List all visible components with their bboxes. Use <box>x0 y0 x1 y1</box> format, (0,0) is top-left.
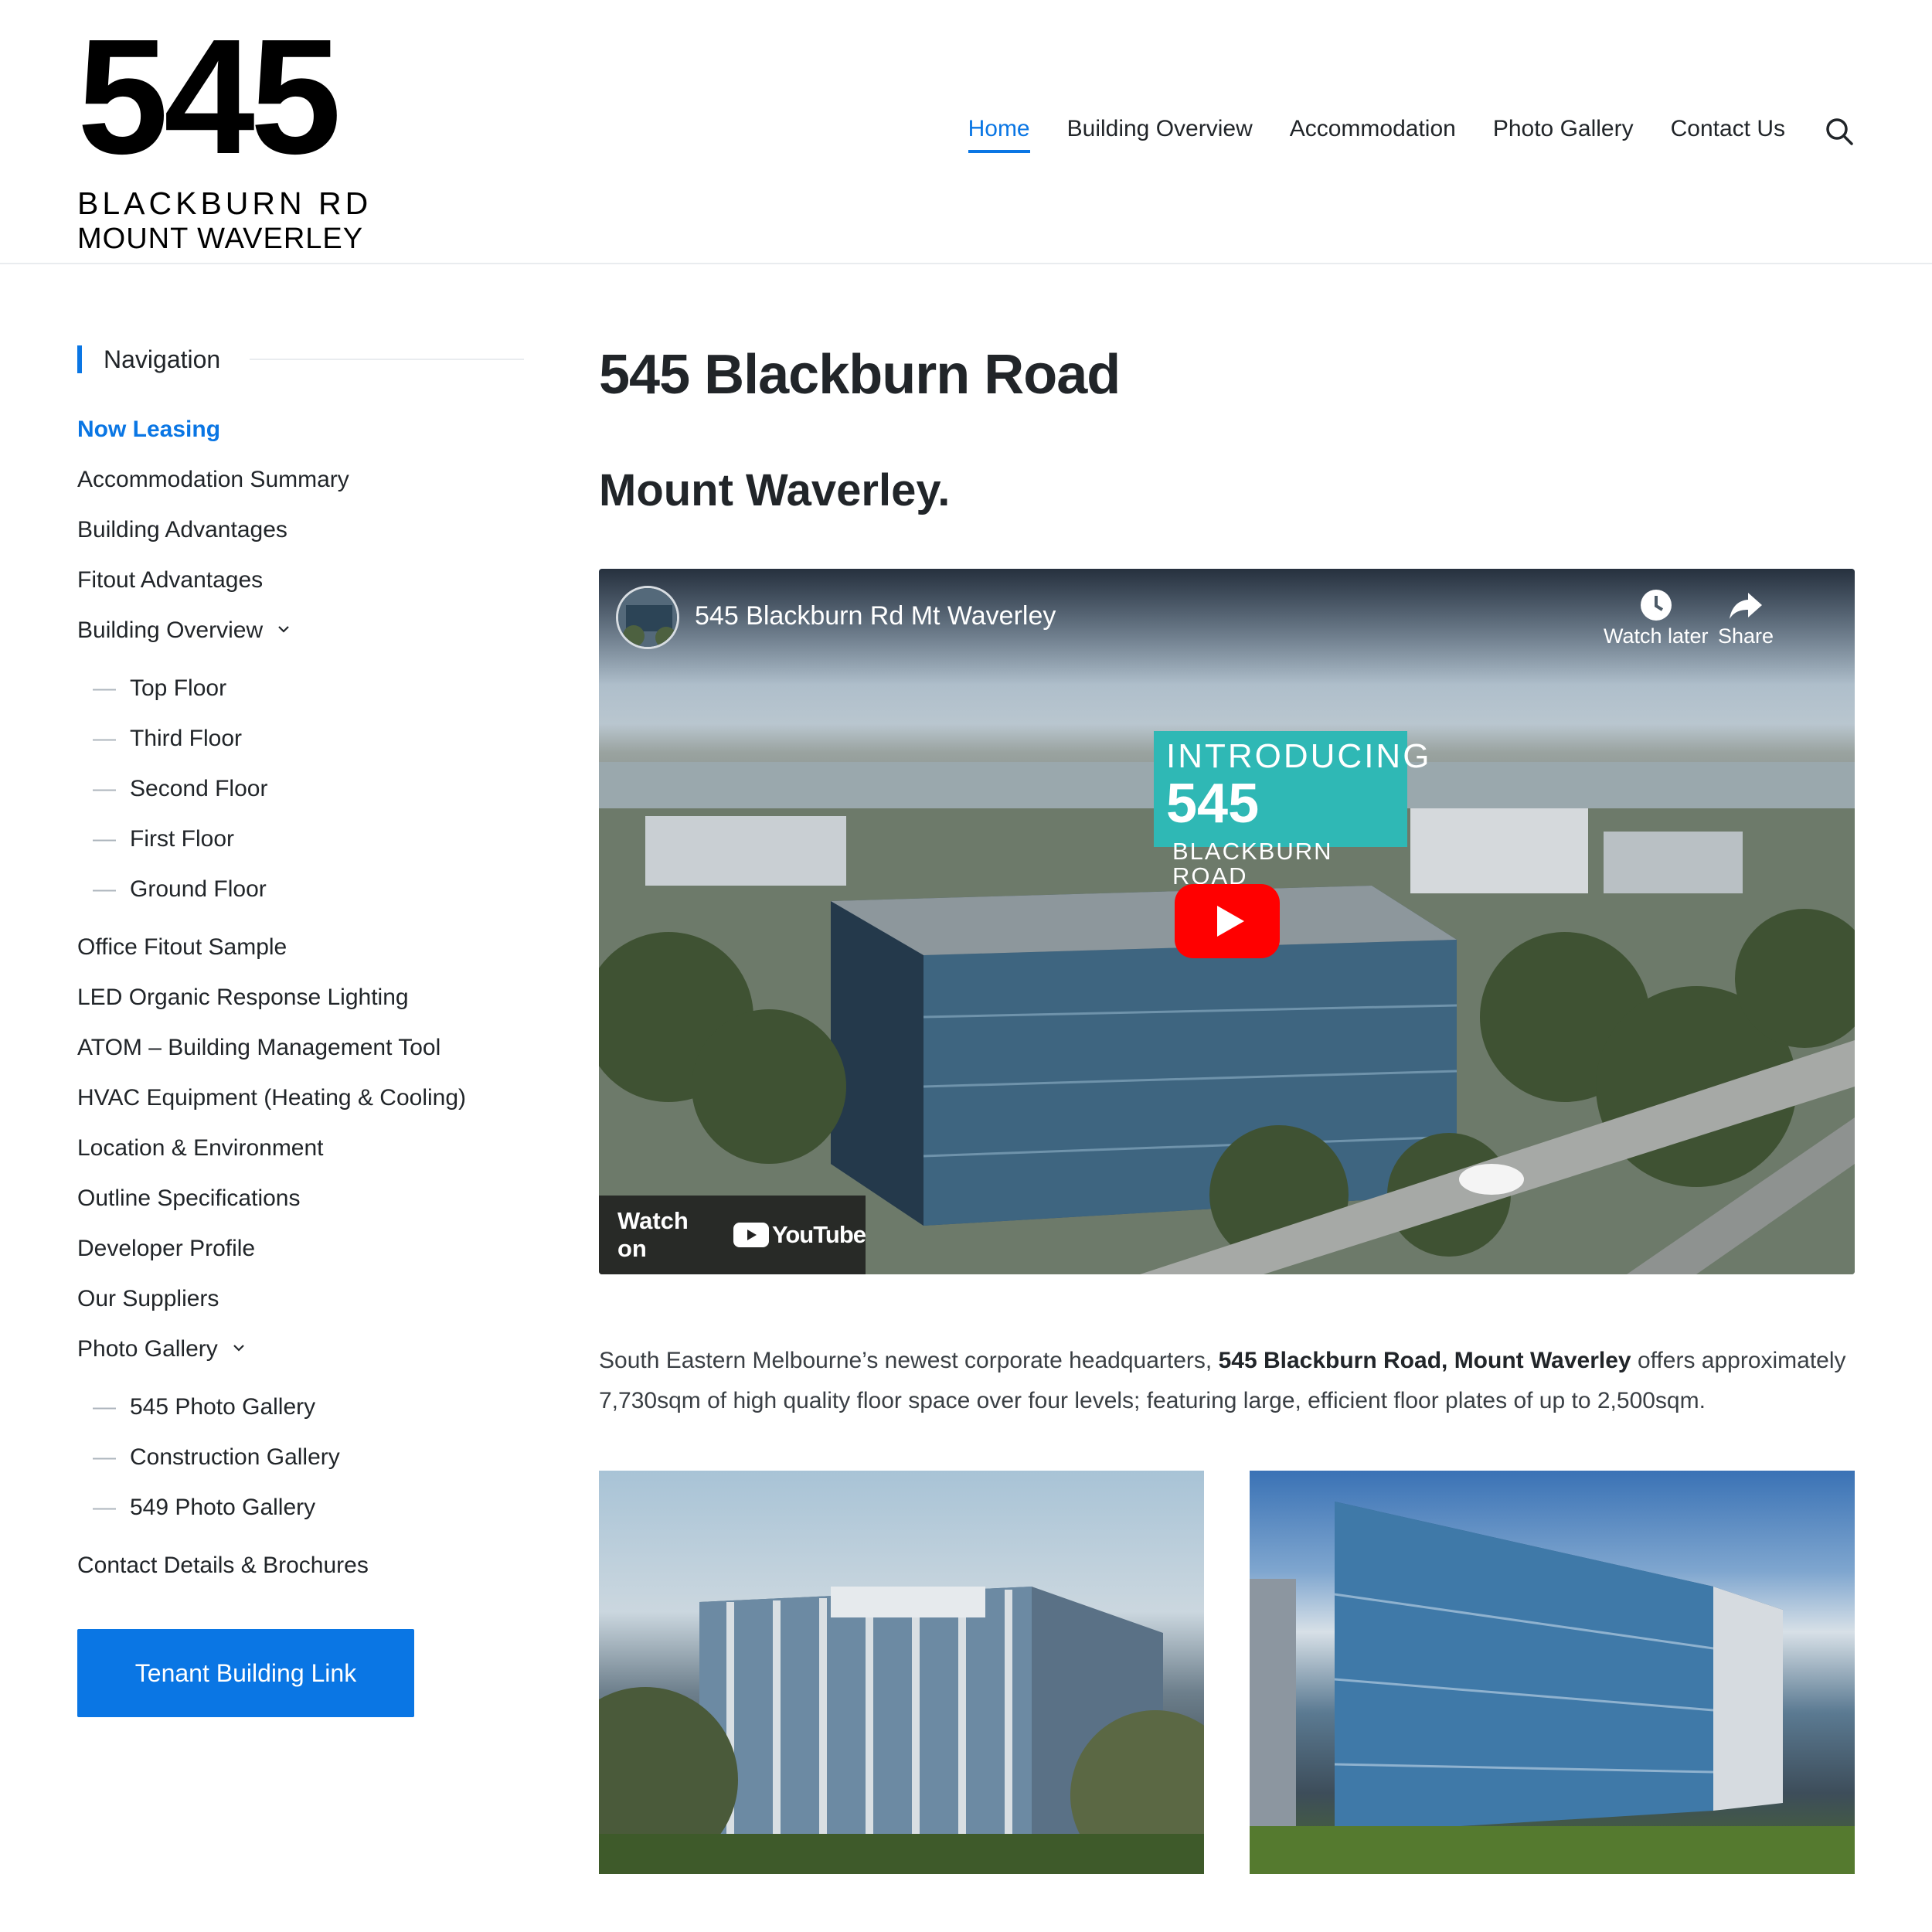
nav-accommodation[interactable]: Accommodation <box>1290 116 1456 153</box>
sidebar-item-led-lighting[interactable]: LED Organic Response Lighting <box>77 981 524 1031</box>
sidebar-subitem-construction-gallery[interactable]: — Construction Gallery <box>77 1440 524 1491</box>
youtube-wordmark: YouTube <box>772 1221 866 1248</box>
sidebar-subitem-label: Third Floor <box>130 726 243 751</box>
sidebar-subitem-third-floor[interactable]: — Third Floor <box>77 722 524 772</box>
dash-marker: — <box>93 826 116 852</box>
clock-icon <box>1604 586 1709 624</box>
share-button[interactable]: Share <box>1718 586 1774 648</box>
photo-gallery-submenu: — 545 Photo Gallery — Construction Gallery… <box>77 1390 524 1541</box>
sidebar-item-building-advantages[interactable]: Building Advantages <box>77 513 524 563</box>
sidebar-subitem-ground-floor[interactable]: — Ground Floor <box>77 872 524 923</box>
building-photo-front[interactable] <box>599 1471 1204 1874</box>
sign-street: BLACKBURN ROAD <box>1172 839 1333 889</box>
youtube-icon <box>733 1223 769 1247</box>
watch-on-youtube-button[interactable]: Watch on YouTube <box>599 1196 866 1274</box>
sidebar-subitem-top-floor[interactable]: — Top Floor <box>77 672 524 722</box>
heading-accent-bar <box>77 345 82 373</box>
sidebar-item-fitout-advantages[interactable]: Fitout Advantages <box>77 563 524 614</box>
sign-introducing: INTRODUCING <box>1166 737 1432 775</box>
sidebar-subitem-label: Top Floor <box>130 675 227 701</box>
building-photo-side[interactable] <box>1250 1471 1855 1874</box>
sidebar-menu: Now Leasing Accommodation Summary Buildi… <box>77 413 524 1599</box>
sidebar-item-outline-specs[interactable]: Outline Specifications <box>77 1182 524 1232</box>
sidebar-item-location[interactable]: Location & Environment <box>77 1131 524 1182</box>
play-button[interactable] <box>1175 884 1280 958</box>
video-title[interactable]: 545 Blackburn Rd Mt Waverley <box>695 601 1056 631</box>
sidebar-item-contact-details[interactable]: Contact Details & Brochures <box>77 1549 524 1599</box>
site-header: 545 BLACKBURN RD MOUNT WAVERLEY Home Bui… <box>0 0 1932 264</box>
logo-suburb: MOUNT WAVERLEY <box>77 223 364 255</box>
page-title: 545 Blackburn Road <box>599 344 1121 406</box>
sidebar-subitem-second-floor[interactable]: — Second Floor <box>77 772 524 822</box>
sidebar-heading-text: Navigation <box>104 345 221 373</box>
nav-photo-gallery[interactable]: Photo Gallery <box>1493 116 1634 153</box>
intro-paragraph: South Eastern Melbourne’s newest corpora… <box>599 1341 1855 1421</box>
sign-number: 545 <box>1166 773 1260 835</box>
sidebar-item-office-fitout-sample[interactable]: Office Fitout Sample <box>77 930 524 981</box>
watch-later-button[interactable]: Watch later <box>1604 586 1709 648</box>
building-overview-submenu: — Top Floor — Third Floor — Second Floor — F… <box>77 672 524 923</box>
sidebar-heading: Navigation <box>77 340 524 379</box>
sidebar-item-photo-gallery[interactable]: Photo Gallery <box>77 1332 524 1383</box>
tenant-building-link-button[interactable]: Tenant Building Link <box>77 1629 414 1717</box>
sign-street-line1: BLACKBURN <box>1172 838 1333 865</box>
sidebar-subitem-label: Ground Floor <box>130 876 267 902</box>
dash-marker: — <box>93 726 116 751</box>
share-icon <box>1718 586 1774 624</box>
nav-contact-us[interactable]: Contact Us <box>1671 116 1785 153</box>
sidebar-item-label: Photo Gallery <box>77 1336 218 1362</box>
page-subtitle: Mount Waverley. <box>599 465 951 515</box>
main-content: 545 Blackburn Road Mount Waverley. 545 B… <box>599 340 1855 1874</box>
sidebar-item-developer-profile[interactable]: Developer Profile <box>77 1232 524 1282</box>
nav-building-overview[interactable]: Building Overview <box>1067 116 1253 153</box>
sidebar-item-hvac[interactable]: HVAC Equipment (Heating & Cooling) <box>77 1081 524 1131</box>
sidebar: Navigation Now Leasing Accommodation Sum… <box>77 340 524 1717</box>
sidebar-subitem-label: 549 Photo Gallery <box>130 1495 316 1520</box>
sidebar-item-building-overview[interactable]: Building Overview <box>77 614 524 664</box>
chevron-down-icon[interactable] <box>277 610 291 644</box>
watch-later-label: Watch later <box>1604 624 1709 648</box>
dash-marker: — <box>93 1394 116 1420</box>
logo-street: BLACKBURN RD <box>77 185 372 221</box>
chevron-down-icon[interactable] <box>232 1328 246 1362</box>
video-embed[interactable]: 545 Blackburn Rd Mt Waverley Watch later… <box>599 569 1855 1274</box>
sidebar-subitem-545-gallery[interactable]: — 545 Photo Gallery <box>77 1390 524 1440</box>
sidebar-subitem-label: 545 Photo Gallery <box>130 1394 316 1420</box>
dash-marker: — <box>93 876 116 902</box>
watch-on-label: Watch on <box>617 1207 689 1262</box>
sidebar-subitem-label: Second Floor <box>130 776 268 801</box>
play-icon <box>1175 884 1280 958</box>
sidebar-item-label: Building Overview <box>77 617 264 643</box>
sidebar-item-accommodation-summary[interactable]: Accommodation Summary <box>77 463 524 513</box>
search-icon[interactable] <box>1824 116 1855 147</box>
sidebar-subitem-first-floor[interactable]: — First Floor <box>77 822 524 872</box>
sidebar-subitem-label: First Floor <box>130 826 234 852</box>
sidebar-subitem-label: Construction Gallery <box>130 1444 340 1470</box>
sidebar-subitem-549-gallery[interactable]: — 549 Photo Gallery <box>77 1491 524 1541</box>
youtube-logo: YouTube <box>733 1221 866 1249</box>
heading-divider <box>250 359 524 360</box>
intro-text-bold: 545 Blackburn Road, Mount Waverley <box>1218 1348 1631 1373</box>
dash-marker: — <box>93 675 116 701</box>
sidebar-item-now-leasing[interactable]: Now Leasing <box>77 413 524 463</box>
channel-avatar[interactable] <box>616 586 679 649</box>
main-nav: Home Building Overview Accommodation Pho… <box>931 116 1855 153</box>
dash-marker: — <box>93 776 116 801</box>
sidebar-item-atom[interactable]: ATOM – Building Management Tool <box>77 1031 524 1081</box>
introducing-sign: INTRODUCING 545 BLACKBURN ROAD <box>1154 731 1432 889</box>
intro-text-1: South Eastern Melbourne’s newest corpora… <box>599 1348 1219 1373</box>
site-logo[interactable]: 545 BLACKBURN RD MOUNT WAVERLEY <box>77 5 372 257</box>
dash-marker: — <box>93 1444 116 1470</box>
sidebar-item-our-suppliers[interactable]: Our Suppliers <box>77 1282 524 1332</box>
logo-number: 545 <box>77 5 342 188</box>
nav-home[interactable]: Home <box>968 116 1030 153</box>
dash-marker: — <box>93 1495 116 1520</box>
share-label: Share <box>1718 624 1774 648</box>
